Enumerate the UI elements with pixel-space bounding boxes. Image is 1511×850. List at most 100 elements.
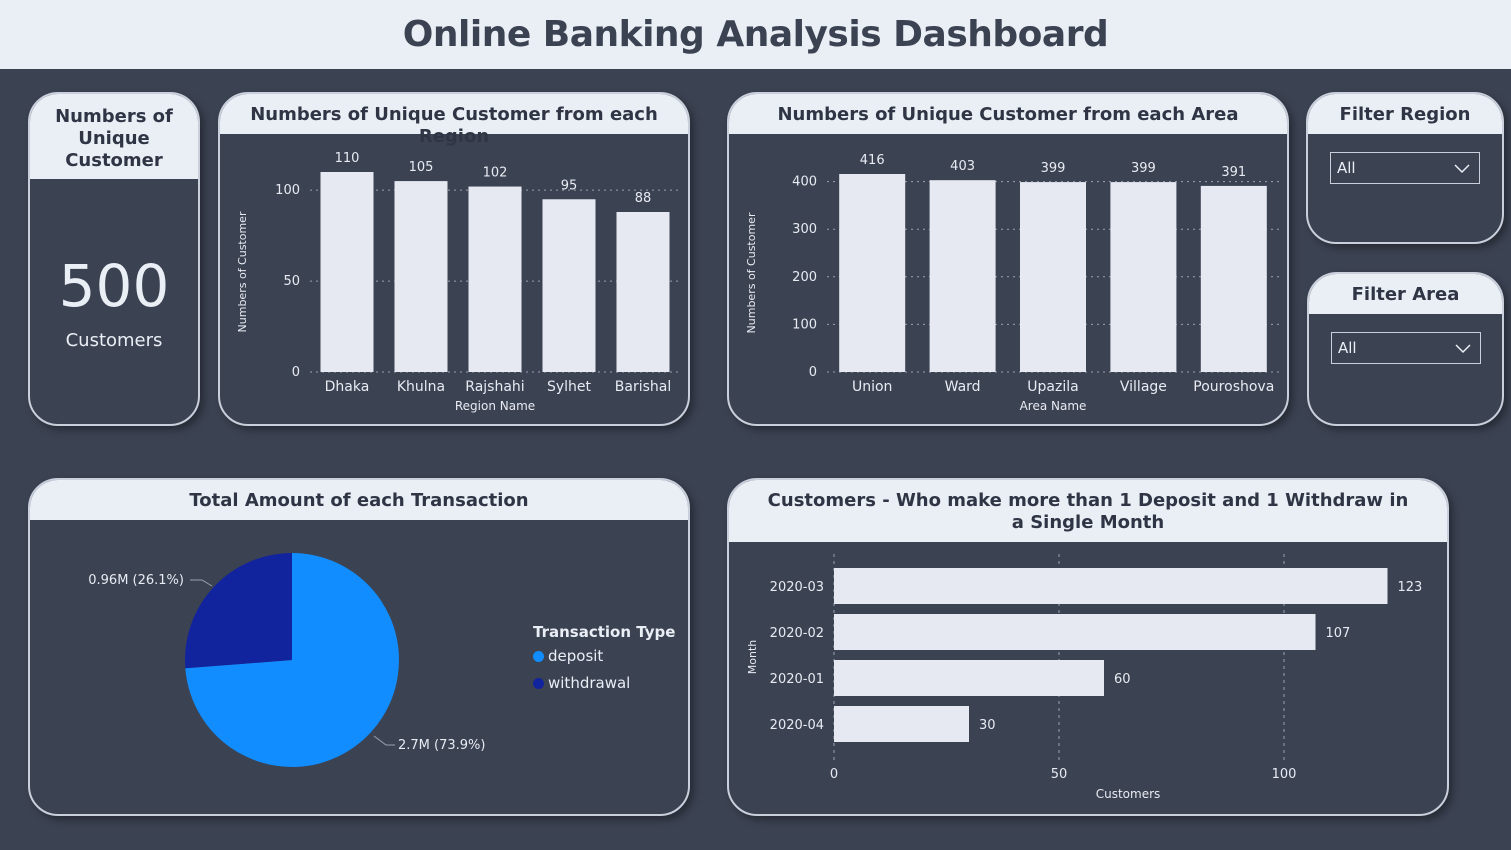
- monthly-customers-bar-chart: 0 50 100 123 2020-03 107 2020-02 60 2020-01 30 202…: [746, 554, 1423, 801]
- legend-item-deposit[interactable]: deposit: [533, 647, 675, 665]
- y-tick-label: 300: [792, 222, 817, 237]
- x-tick-label: Khulna: [397, 379, 445, 395]
- data-label: 399: [1131, 161, 1156, 176]
- leader-line: [190, 579, 213, 587]
- chevron-down-icon: [1455, 344, 1471, 354]
- filter-region-title: Filter Region: [1308, 94, 1502, 134]
- chevron-down-icon: [1454, 164, 1470, 174]
- transaction-pie-chart: 2.7M (73.9%) 0.96M (26.1%): [88, 553, 485, 767]
- data-label: 416: [860, 153, 885, 168]
- y-tick-label: 50: [283, 274, 300, 289]
- x-tick-label: Dhaka: [325, 379, 370, 395]
- legend-dot-deposit: [533, 650, 544, 662]
- data-label: 60: [1114, 672, 1131, 687]
- bar: [1200, 185, 1267, 372]
- kpi-card: Numbers of Unique Customer 500 Customers: [28, 92, 200, 426]
- y-tick-label: 0: [809, 365, 817, 380]
- y-axis-label: Month: [746, 640, 759, 675]
- filter-area-title: Filter Area: [1309, 274, 1502, 314]
- bar: [542, 199, 596, 372]
- x-tick-label: 100: [1272, 767, 1297, 782]
- data-label: 88: [635, 191, 652, 206]
- filter-region-card: Filter Region All: [1306, 92, 1504, 244]
- area-chart-title: Numbers of Unique Customer from each Are…: [729, 94, 1287, 134]
- monthly-customers-title: Customers - Who make more than 1 Deposit…: [729, 480, 1447, 542]
- data-label: 391: [1221, 165, 1246, 180]
- bar: [394, 181, 448, 372]
- bar: [834, 614, 1316, 650]
- y-tick-label: 2020-02: [770, 626, 824, 641]
- legend-dot-withdrawal: [533, 677, 544, 689]
- x-tick-label: 50: [1051, 767, 1068, 782]
- filter-area-value: All: [1338, 339, 1357, 357]
- kpi-title: Numbers of Unique Customer: [30, 94, 198, 179]
- bar: [834, 568, 1388, 604]
- bar: [834, 660, 1104, 696]
- x-tick-label: Barishal: [615, 379, 671, 395]
- leader-line: [373, 735, 395, 746]
- x-tick-label: Upazila: [1027, 379, 1078, 395]
- pie-slice-withdrawal: [185, 553, 292, 669]
- legend-title: Transaction Type: [533, 623, 676, 641]
- page-title: Online Banking Analysis Dashboard: [402, 14, 1109, 55]
- y-tick-label: 2020-04: [770, 718, 824, 733]
- filter-region-dropdown[interactable]: All: [1330, 152, 1480, 184]
- filter-area-card: Filter Area All: [1307, 272, 1504, 426]
- y-axis-label: Numbers of Customer: [236, 211, 249, 332]
- x-tick-label: 0: [830, 767, 838, 782]
- pie-data-label: 0.96M (26.1%): [88, 573, 184, 588]
- area-bar-chart: 0 100 200 300 400 416 Union 403 Ward 399 Upazila 39…: [745, 153, 1279, 413]
- filter-area-dropdown[interactable]: All: [1331, 332, 1481, 364]
- legend-label-deposit: deposit: [548, 647, 604, 665]
- area-chart-card: Numbers of Unique Customer from each Are…: [727, 92, 1289, 426]
- region-bar-chart: 0 50 100 110 Dhaka 105 Khulna 102 Rajshahi 95 Sylh…: [236, 151, 680, 413]
- kpi-label: Customers: [65, 330, 163, 351]
- data-label: 123: [1398, 580, 1423, 595]
- y-tick-label: 2020-03: [770, 580, 824, 595]
- bar: [1110, 182, 1177, 372]
- bar: [320, 172, 374, 372]
- bar: [616, 212, 670, 372]
- x-axis-label: Region Name: [455, 399, 535, 413]
- transaction-pie-title: Total Amount of each Transaction: [30, 480, 688, 520]
- legend-item-withdrawal[interactable]: withdrawal: [533, 674, 675, 692]
- data-label: 107: [1326, 626, 1351, 641]
- data-label: 110: [335, 151, 360, 166]
- region-chart-card: Numbers of Unique Customer from each Reg…: [218, 92, 690, 426]
- x-tick-label: Sylhet: [547, 379, 592, 395]
- data-label: 403: [950, 159, 975, 174]
- y-tick-label: 2020-01: [770, 672, 824, 687]
- data-label: 95: [561, 178, 578, 193]
- region-chart-title: Numbers of Unique Customer from each Reg…: [220, 94, 688, 147]
- data-label: 102: [483, 166, 508, 181]
- monthly-customers-card: Customers - Who make more than 1 Deposit…: [727, 478, 1449, 816]
- y-tick-label: 200: [792, 270, 817, 285]
- data-label: 30: [979, 718, 996, 733]
- bar: [834, 706, 969, 742]
- data-label: 105: [409, 160, 434, 175]
- x-tick-label: Union: [852, 379, 892, 395]
- x-tick-label: Rajshahi: [465, 379, 524, 395]
- bar: [1020, 182, 1086, 372]
- y-tick-label: 100: [275, 183, 300, 198]
- y-tick-label: 400: [792, 175, 817, 190]
- dashboard-header: Online Banking Analysis Dashboard: [0, 0, 1511, 69]
- bar: [929, 180, 996, 372]
- kpi-value: 500: [58, 252, 170, 320]
- pie-data-label: 2.7M (73.9%): [398, 738, 485, 753]
- bar: [839, 174, 906, 372]
- x-axis-label: Customers: [1096, 787, 1161, 801]
- filter-region-value: All: [1337, 159, 1356, 177]
- x-axis-label: Area Name: [1020, 399, 1087, 413]
- legend-label-withdrawal: withdrawal: [548, 674, 631, 692]
- y-tick-label: 0: [292, 365, 300, 380]
- transaction-pie-card: Total Amount of each Transaction 2.7M (7…: [28, 478, 690, 816]
- x-tick-label: Ward: [945, 379, 981, 395]
- x-tick-label: Village: [1120, 379, 1167, 395]
- data-label: 399: [1041, 161, 1066, 176]
- bar: [468, 186, 522, 372]
- y-tick-label: 100: [792, 317, 817, 332]
- x-tick-label: Pouroshova: [1193, 379, 1274, 395]
- pie-legend: Transaction Type deposit withdrawal: [533, 623, 675, 701]
- y-axis-label: Numbers of Customer: [745, 212, 758, 333]
